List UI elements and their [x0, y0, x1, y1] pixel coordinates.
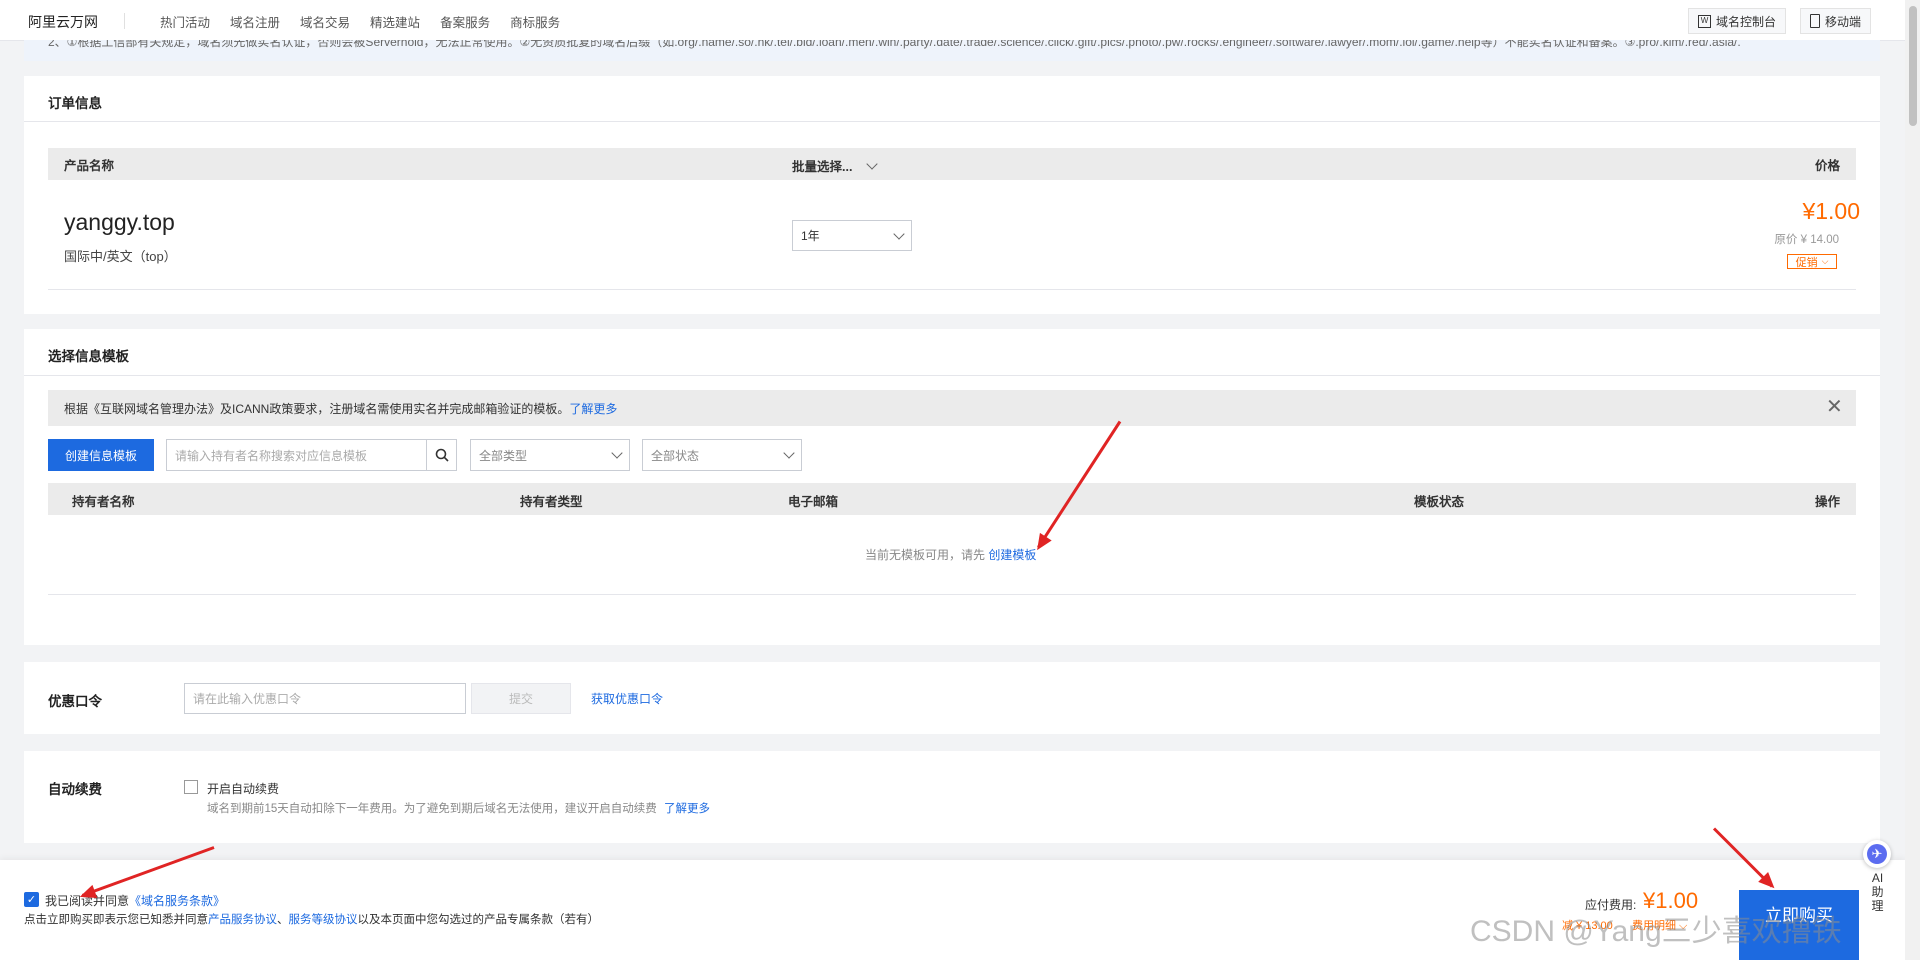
col-email: 电子邮箱	[788, 495, 839, 509]
terms-link[interactable]: 《域名服务条款》	[129, 894, 225, 908]
template-search-input[interactable]: 请输入持有者名称搜索对应信息模板	[166, 439, 427, 471]
sla-link[interactable]: 服务等级协议	[289, 914, 358, 926]
order-row-divider	[48, 289, 1856, 290]
coupon-submit-button[interactable]: 提交	[471, 683, 571, 714]
nav-item-hot[interactable]: 热门活动	[160, 12, 210, 31]
ai-icon: ✈	[1863, 840, 1891, 868]
search-icon	[435, 448, 449, 462]
template-tip-text: 根据《互联网域名管理办法》及ICANN政策要求，注册域名需使用实名并完成邮箱验证…	[64, 402, 570, 416]
promo-label: 促销	[1795, 256, 1818, 269]
type-select[interactable]: 全部类型	[470, 439, 630, 471]
console-icon: W	[1698, 14, 1711, 28]
nav-item-trademark[interactable]: 商标服务	[510, 12, 560, 31]
coupon-placeholder: 请在此输入优惠口令	[193, 692, 302, 706]
mobile-label: 移动端	[1825, 14, 1862, 29]
template-divider	[24, 375, 1880, 376]
create-template-link[interactable]: 创建模板	[988, 548, 1036, 562]
batch-select[interactable]: 批量选择...	[792, 156, 879, 175]
note-sep: 、	[277, 914, 289, 926]
nav-item-site[interactable]: 精选建站	[370, 12, 420, 31]
agree-checkbox[interactable]: ✓	[24, 892, 39, 907]
col-holder-name: 持有者名称	[72, 495, 135, 509]
ai-assistant[interactable]: ✈ AI 助 理	[1861, 840, 1894, 922]
status-select[interactable]: 全部状态	[642, 439, 802, 471]
agree-row: 我已阅读并同意《域名服务条款》	[45, 892, 225, 909]
col-actions: 操作	[1815, 495, 1841, 509]
promo-badge[interactable]: 促销 ⌵	[1787, 254, 1837, 269]
get-coupon-link[interactable]: 获取优惠口令	[591, 690, 663, 707]
auto-renew-desc-text: 域名到期前15天自动扣除下一年费用。为了避免到期后域名无法使用，建议开启自动续费	[207, 803, 657, 815]
col-holder-type: 持有者类型	[520, 495, 583, 509]
template-search-placeholder: 请输入持有者名称搜索对应信息模板	[175, 448, 368, 463]
price-value: ¥1.00	[1802, 198, 1860, 224]
template-title: 选择信息模板	[48, 349, 129, 364]
phone-icon	[1810, 14, 1820, 28]
nav-menu: 热门活动 域名注册 域名交易 精选建站 备案服务 商标服务	[160, 12, 560, 31]
original-price: 原价 ¥ 14.00	[1774, 234, 1839, 246]
chevron-down-icon	[866, 157, 879, 170]
note-pre: 点击立即购买即表示您已知悉并同意	[24, 914, 208, 926]
auto-renew-checkbox-label[interactable]: 开启自动续费	[207, 780, 279, 797]
domain-name: yanggy.top	[64, 209, 175, 235]
domain-console-button[interactable]: W 域名控制台	[1688, 8, 1787, 34]
create-template-button[interactable]: 创建信息模板	[48, 439, 154, 471]
auto-renew-panel	[24, 751, 1880, 843]
chevron-down-icon	[783, 447, 795, 459]
nav-divider	[124, 13, 125, 29]
type-select-value: 全部类型	[479, 448, 528, 463]
page-scrollbar[interactable]	[1905, 0, 1920, 960]
col-price: 价格	[1815, 159, 1841, 173]
chevron-down-icon	[611, 447, 623, 459]
order-divider	[24, 121, 1880, 122]
col-template-status: 模板状态	[1414, 495, 1465, 509]
status-select-value: 全部状态	[651, 448, 700, 463]
empty-state: 当前无模板可用，请先 创建模板	[865, 546, 1036, 563]
nav-item-icp[interactable]: 备案服务	[440, 12, 490, 31]
nav-item-trade[interactable]: 域名交易	[300, 12, 350, 31]
order-table-header	[48, 148, 1856, 180]
mobile-button[interactable]: 移动端	[1800, 8, 1872, 34]
batch-select-label: 批量选择...	[792, 160, 853, 174]
purchase-note: 点击立即购买即表示您已知悉并同意产品服务协议、服务等级协议以及本页面中您勾选过的…	[24, 911, 599, 927]
empty-text: 当前无模板可用，请先	[865, 548, 986, 562]
service-agreement-link[interactable]: 产品服务协议	[208, 914, 277, 926]
ai-label-2: 助	[1871, 885, 1884, 899]
chevron-down-icon	[893, 227, 905, 240]
watermark: CSDN @Yang三少喜欢撸铁	[1470, 915, 1842, 948]
auto-renew-checkbox[interactable]	[184, 780, 198, 794]
domain-console-label: 域名控制台	[1716, 14, 1777, 29]
site-logo[interactable]: 阿里云万网	[28, 12, 98, 32]
learn-more-link[interactable]: 了解更多	[569, 402, 617, 416]
ai-label-1: AI	[1871, 871, 1884, 885]
order-panel	[24, 76, 1880, 314]
notice-text: 2、①根据工信部有关规定，域名须先做实名认证，否则会被Serverhold，无法…	[48, 40, 1741, 49]
nav-item-register[interactable]: 域名注册	[230, 12, 280, 31]
period-value: 1年	[801, 229, 820, 243]
order-title: 订单信息	[48, 96, 102, 111]
auto-renew-desc: 域名到期前15天自动扣除下一年费用。为了避免到期后域名无法使用，建议开启自动续费…	[207, 800, 710, 816]
domain-type: 国际中/英文（top）	[64, 249, 177, 264]
template-table-bottom	[48, 594, 1856, 595]
coupon-label: 优惠口令	[48, 694, 102, 709]
col-product: 产品名称	[64, 159, 115, 173]
coupon-input[interactable]: 请在此输入优惠口令	[184, 683, 466, 714]
search-button[interactable]	[426, 439, 457, 471]
chevron-down-icon: ⌵	[1821, 256, 1829, 266]
close-icon[interactable]: ✕	[1826, 397, 1843, 417]
note-post: 以及本页面中您勾选过的产品专属条款（若有）	[357, 914, 600, 926]
period-select[interactable]: 1年	[792, 220, 912, 251]
template-tip: 根据《互联网域名管理办法》及ICANN政策要求，注册域名需使用实名并完成邮箱验证…	[64, 400, 617, 417]
template-table-header	[48, 483, 1856, 515]
auto-renew-label: 自动续费	[48, 782, 102, 797]
notice-strip: 2、①根据工信部有关规定，域名须先做实名认证，否则会被Serverhold，无法…	[24, 40, 1880, 61]
scrollbar-thumb[interactable]	[1909, 6, 1917, 126]
auto-renew-learn-more[interactable]: 了解更多	[664, 803, 710, 815]
ai-label-3: 理	[1871, 899, 1884, 913]
